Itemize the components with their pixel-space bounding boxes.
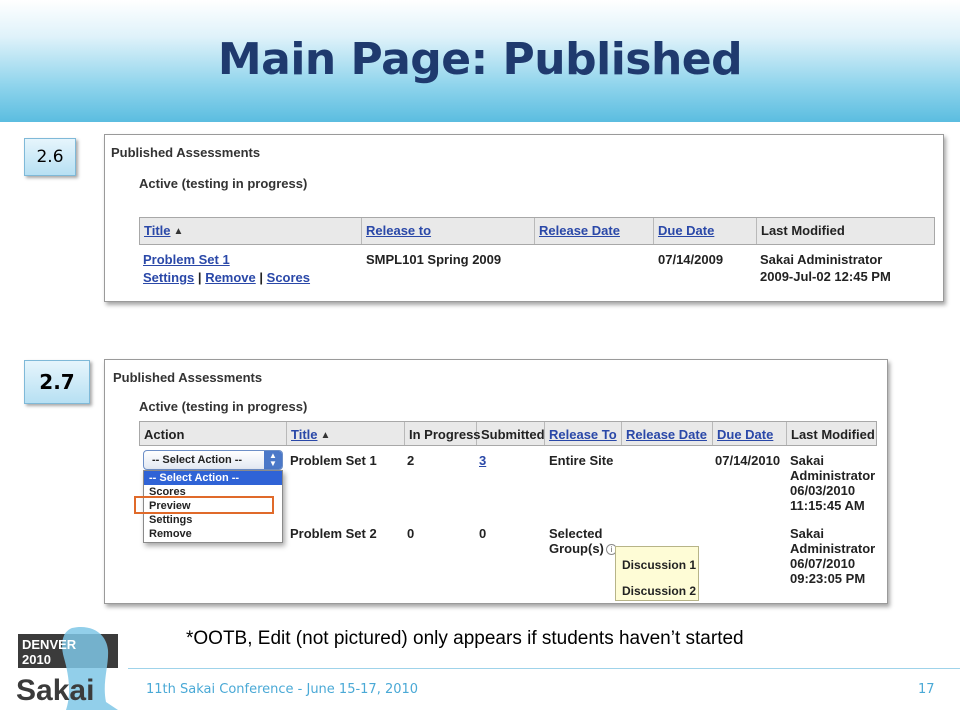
- footer-divider: [128, 668, 960, 669]
- footer-text: 11th Sakai Conference - June 15-17, 2010: [146, 682, 419, 697]
- column-header-release-date[interactable]: Release Date: [622, 422, 713, 445]
- groups-tooltip: Discussion 1 Discussion 2: [615, 546, 699, 601]
- assessment-actions: Settings | Remove | Scores: [143, 270, 310, 285]
- column-header-last-modified: Last Modified: [791, 427, 875, 442]
- section-tag-2-7: 2.7: [24, 360, 90, 404]
- section-heading: Published Assessments: [111, 145, 261, 160]
- remove-link[interactable]: Remove: [205, 270, 256, 285]
- modified-on-value: 2009-Jul-02 12:45 PM: [760, 269, 891, 284]
- column-header-due-date[interactable]: Due Date: [713, 422, 787, 445]
- settings-link[interactable]: Settings: [143, 270, 194, 285]
- dropdown-option-remove[interactable]: Remove: [144, 527, 282, 541]
- screenshot-2-7: Published Assessments Active (testing in…: [104, 359, 888, 604]
- row1-title: Problem Set 1: [290, 453, 377, 468]
- section-subheading: Active (testing in progress): [139, 399, 308, 414]
- column-header-release-to[interactable]: Release To: [545, 422, 622, 445]
- dropdown-option-select-action[interactable]: -- Select Action --: [144, 471, 282, 485]
- scores-link[interactable]: Scores: [267, 270, 310, 285]
- row2-last-modified: Sakai Administrator 06/07/2010 09:23:05 …: [790, 526, 876, 586]
- action-separator: |: [259, 270, 264, 285]
- table-header: Action Title ▲ In Progress Submitted Rele…: [139, 421, 877, 446]
- row2-title: Problem Set 2: [290, 526, 377, 541]
- dropdown-option-settings[interactable]: Settings: [144, 513, 282, 527]
- row2-release-to: Selected Group(s) i: [549, 526, 617, 556]
- action-separator: |: [197, 270, 202, 285]
- column-header-in-progress: In Progress: [405, 422, 481, 445]
- select-arrows-icon: ▲ ▼: [264, 451, 282, 469]
- action-select[interactable]: -- Select Action -- ▲ ▼: [143, 450, 283, 470]
- section-subheading: Active (testing in progress): [139, 176, 308, 191]
- row2-submitted: 0: [479, 526, 487, 541]
- due-date-value: 07/14/2009: [658, 252, 724, 267]
- release-to-value: SMPL101 Spring 2009: [366, 252, 502, 267]
- column-header-last-modified: Last Modified: [761, 223, 845, 238]
- svg-text:DENVER: DENVER: [22, 637, 77, 652]
- row1-submitted-link[interactable]: 3: [479, 453, 486, 468]
- column-header-release-to[interactable]: Release to: [362, 218, 535, 244]
- svg-text:2010: 2010: [22, 652, 51, 667]
- column-header-submitted: Submitted: [477, 422, 545, 445]
- svg-text:Sakai: Sakai: [16, 674, 94, 707]
- sort-icon[interactable]: ▲: [174, 226, 184, 237]
- slide-title: Main Page: Published: [217, 34, 743, 85]
- row1-in-progress: 2: [407, 453, 415, 468]
- row1-release-to: Entire Site: [549, 453, 614, 468]
- page-number: 17: [918, 682, 935, 697]
- column-header-title[interactable]: Title ▲: [140, 218, 362, 244]
- row1-due-date: 07/14/2010: [715, 453, 781, 468]
- sakai-denver-logo: DENVER 2010 Sakai: [10, 622, 124, 714]
- sort-icon[interactable]: ▲: [321, 430, 331, 441]
- section-heading: Published Assessments: [113, 370, 263, 385]
- column-header-due-date[interactable]: Due Date: [654, 218, 757, 244]
- section-tag-2-6: 2.6: [24, 138, 76, 176]
- preview-highlight-box: [134, 496, 274, 514]
- row2-in-progress: 0: [407, 526, 415, 541]
- column-header-title[interactable]: Title ▲: [287, 422, 405, 445]
- column-header-release-date[interactable]: Release Date: [535, 218, 654, 244]
- footnote: *OOTB, Edit (not pictured) only appears …: [186, 628, 744, 649]
- column-header-action: Action: [140, 422, 287, 445]
- assessment-title-link[interactable]: Problem Set 1: [143, 252, 230, 267]
- screenshot-2-6: Published Assessments Active (testing in…: [104, 134, 944, 302]
- table-header: Title ▲ Release to Release Date Due Date …: [139, 217, 935, 245]
- row1-last-modified: Sakai Administrator 06/03/2010 11:15:45 …: [790, 453, 876, 513]
- modified-by-value: Sakai Administrator: [760, 252, 883, 267]
